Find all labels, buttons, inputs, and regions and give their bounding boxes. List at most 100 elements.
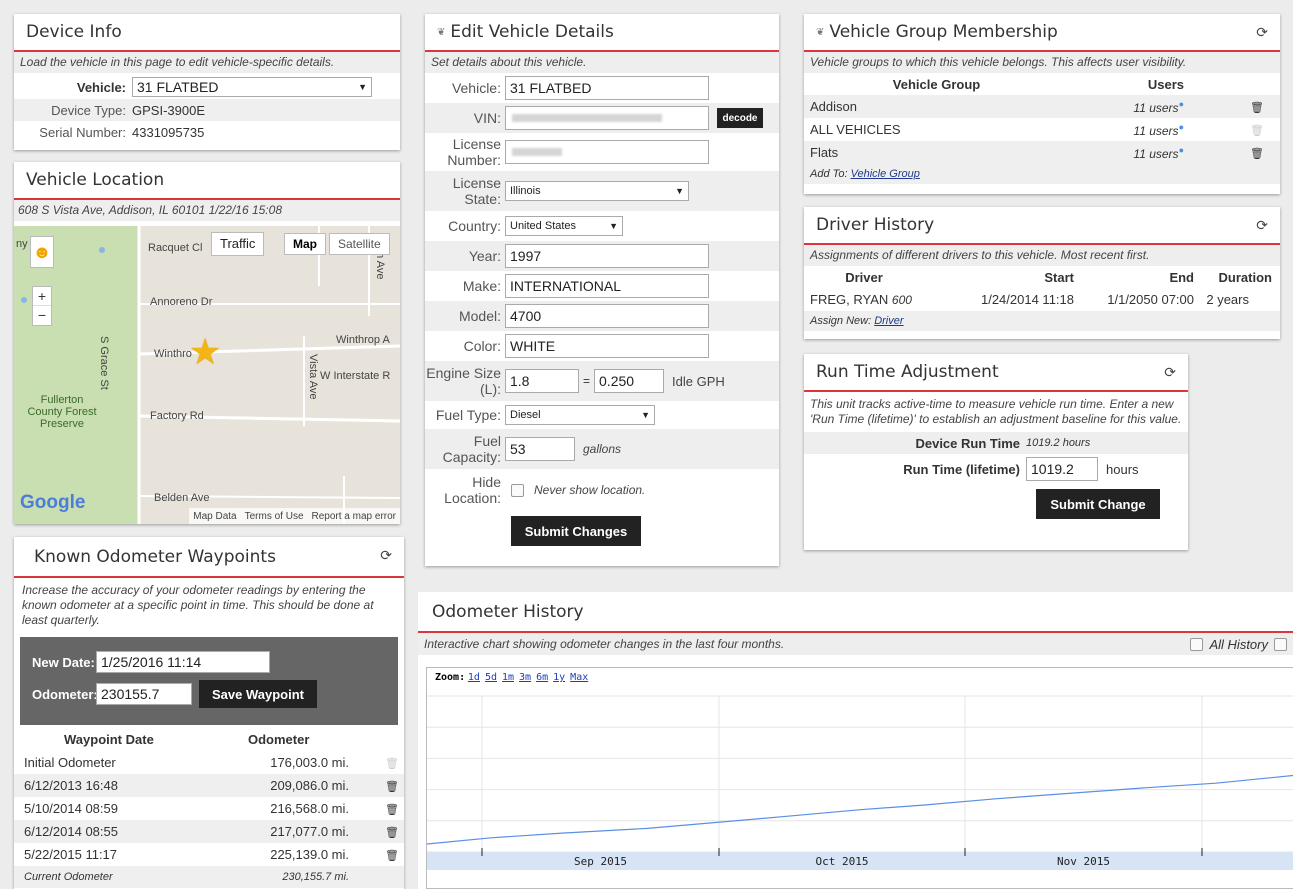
street-label: Winthro — [154, 348, 192, 360]
trash-icon[interactable]: 🗑 — [385, 804, 399, 816]
save-waypoint-button[interactable]: Save Waypoint — [199, 680, 317, 708]
driver-history-panel: Driver History ⟳ Assignments of different… — [804, 207, 1280, 339]
zoom-link[interactable]: 5d — [485, 672, 497, 683]
group-membership-panel: ❦ Vehicle Group Membership ⟳ Vehicle group… — [804, 14, 1280, 194]
odometer-chart[interactable]: Sep 2015 Oct 2015 Nov 2015 — [427, 692, 1293, 888]
zoom-link[interactable]: 1y — [553, 672, 565, 683]
trash-icon[interactable]: 🗑 — [1250, 102, 1264, 114]
license-number-label: License Number: — [447, 136, 501, 168]
waypoint-date: Initial Odometer — [24, 755, 116, 770]
map-type-satellite-button[interactable]: Satellite — [329, 233, 390, 255]
street-label: Winthrop A — [336, 334, 390, 346]
refresh-icon[interactable]: ⟳ — [380, 548, 392, 564]
license-state-select[interactable]: Illinois ▼ — [505, 181, 689, 201]
equals-sign: = — [583, 374, 591, 388]
edit-vehicle-desc: Set details about this vehicle. — [425, 52, 779, 73]
new-date-input[interactable] — [96, 651, 270, 673]
idle-gph-input[interactable] — [594, 369, 665, 393]
engine-size-input[interactable] — [505, 369, 579, 393]
waypoint-row: 6/12/2013 16:48 209,086.0 mi. 🗑 — [14, 774, 404, 797]
device-type-value: GPSI-3900E — [132, 102, 205, 118]
waypoint-row: 6/12/2014 08:55 217,077.0 mi. 🗑 — [14, 820, 404, 843]
hide-location-label: Hide Location: — [444, 474, 501, 506]
model-input[interactable] — [505, 304, 709, 328]
license-number-input[interactable] — [505, 140, 709, 164]
driver-end: 1/1/2050 07:00 — [1107, 292, 1194, 307]
add-vehicle-group-link[interactable]: Vehicle Group — [851, 168, 920, 180]
submit-change-button[interactable]: Submit Change — [1036, 489, 1160, 519]
color-input[interactable] — [505, 334, 709, 358]
refresh-icon[interactable]: ⟳ — [1256, 25, 1268, 41]
make-input[interactable] — [505, 274, 709, 298]
country-select[interactable]: United States ▼ — [505, 216, 623, 236]
fuel-type-label: Fuel Type: — [435, 407, 501, 423]
street-label: Vista Ave — [307, 354, 319, 400]
fuel-capacity-input[interactable] — [505, 437, 575, 461]
license-state-value: Illinois — [510, 185, 541, 197]
group-row: Addison 11 users● 🗑 — [804, 95, 1280, 118]
trash-icon[interactable]: 🗑 — [385, 781, 399, 793]
zoom-link[interactable]: 1m — [502, 672, 514, 683]
serial-label: Serial Number: — [39, 124, 126, 140]
chevron-down-icon: ▼ — [641, 410, 650, 420]
vehicle-select[interactable]: 31 FLATBED ▼ — [132, 77, 372, 97]
zoom-link[interactable]: 3m — [519, 672, 531, 683]
vin-input[interactable] — [505, 106, 709, 130]
zoom-out-button[interactable]: − — [33, 306, 51, 325]
map-type-map-button[interactable]: Map — [284, 233, 326, 255]
map[interactable]: Racquet Cl Annoreno Dr Winthro Winthrop … — [14, 226, 400, 524]
zoom-link[interactable]: 6m — [536, 672, 548, 683]
street-label: ny — [16, 238, 28, 250]
waypoint-odometer: 176,003.0 mi. — [270, 755, 349, 770]
odometer-waypoints-title: Known Odometer Waypoints — [34, 546, 276, 567]
extra-checkbox[interactable] — [1274, 637, 1287, 651]
run-time-lifetime-input[interactable] — [1026, 457, 1098, 481]
fuel-type-select[interactable]: Diesel ▼ — [505, 405, 655, 425]
hide-location-checkbox[interactable] — [511, 483, 524, 497]
waypoint-odometer: 225,139.0 mi. — [270, 847, 349, 862]
zoom-link[interactable]: Max — [570, 672, 588, 683]
zoom-link[interactable]: 1d — [468, 672, 480, 683]
assign-driver-link[interactable]: Driver — [874, 315, 903, 327]
street-view-pegman-icon[interactable]: ☻ — [30, 236, 54, 268]
chevron-down-icon: ▼ — [358, 82, 367, 92]
driver-row: FREG, RYAN 600 1/24/2014 11:18 1/1/2050 … — [804, 288, 1280, 311]
vehicle-location-star-icon[interactable]: ★ — [189, 334, 221, 370]
col-vehicle-group: Vehicle Group — [892, 76, 981, 92]
odometer-history-title: Odometer History — [432, 601, 584, 622]
street-label: Racquet Cl — [148, 242, 203, 254]
odometer-input[interactable] — [96, 683, 192, 705]
all-history-checkbox[interactable] — [1190, 637, 1204, 651]
waypoint-row: 5/10/2014 08:59 216,568.0 mi. 🗑 — [14, 797, 404, 820]
hide-location-text: Never show location. — [534, 483, 646, 497]
trash-icon[interactable]: 🗑 — [385, 850, 399, 862]
trash-icon[interactable]: 🗑 — [385, 827, 399, 839]
year-input[interactable] — [505, 244, 709, 268]
odometer-label: Odometer: — [32, 686, 98, 702]
waypoint-row: 5/22/2015 11:17 225,139.0 mi. 🗑 — [14, 843, 404, 866]
year-label: Year: — [468, 248, 501, 264]
street-label: S Grace St — [98, 336, 110, 390]
terms-of-use-link[interactable]: Terms of Use — [245, 511, 304, 522]
refresh-icon[interactable]: ⟳ — [1164, 365, 1176, 381]
device-info-title: Device Info — [14, 14, 400, 52]
waypoint-date: 6/12/2013 16:48 — [24, 778, 118, 793]
driver-history-desc: Assignments of different drivers to this… — [804, 245, 1280, 266]
trash-icon[interactable]: 🗑 — [1250, 148, 1264, 160]
col-start: Start — [1044, 269, 1074, 285]
decode-button[interactable]: decode — [717, 108, 763, 128]
driver-name: FREG, RYAN — [810, 292, 889, 307]
col-odometer: Odometer — [248, 732, 310, 747]
vehicle-name-input[interactable] — [505, 76, 709, 100]
group-name: Addison — [810, 99, 857, 114]
license-state-label: License State: — [452, 175, 501, 207]
device-run-time-label: Device Run Time — [915, 435, 1020, 451]
traffic-button[interactable]: Traffic — [211, 232, 265, 256]
zoom-links: 1d 5d 1m 3m 6m 1y Max — [468, 672, 593, 683]
submit-changes-button[interactable]: Submit Changes — [511, 516, 641, 546]
map-data-link[interactable]: Map Data — [193, 511, 236, 522]
report-map-error-link[interactable]: Report a map error — [312, 511, 396, 522]
refresh-icon[interactable]: ⟳ — [1256, 218, 1268, 234]
group-membership-title: Vehicle Group Membership — [829, 22, 1058, 42]
zoom-in-button[interactable]: + — [33, 287, 51, 306]
